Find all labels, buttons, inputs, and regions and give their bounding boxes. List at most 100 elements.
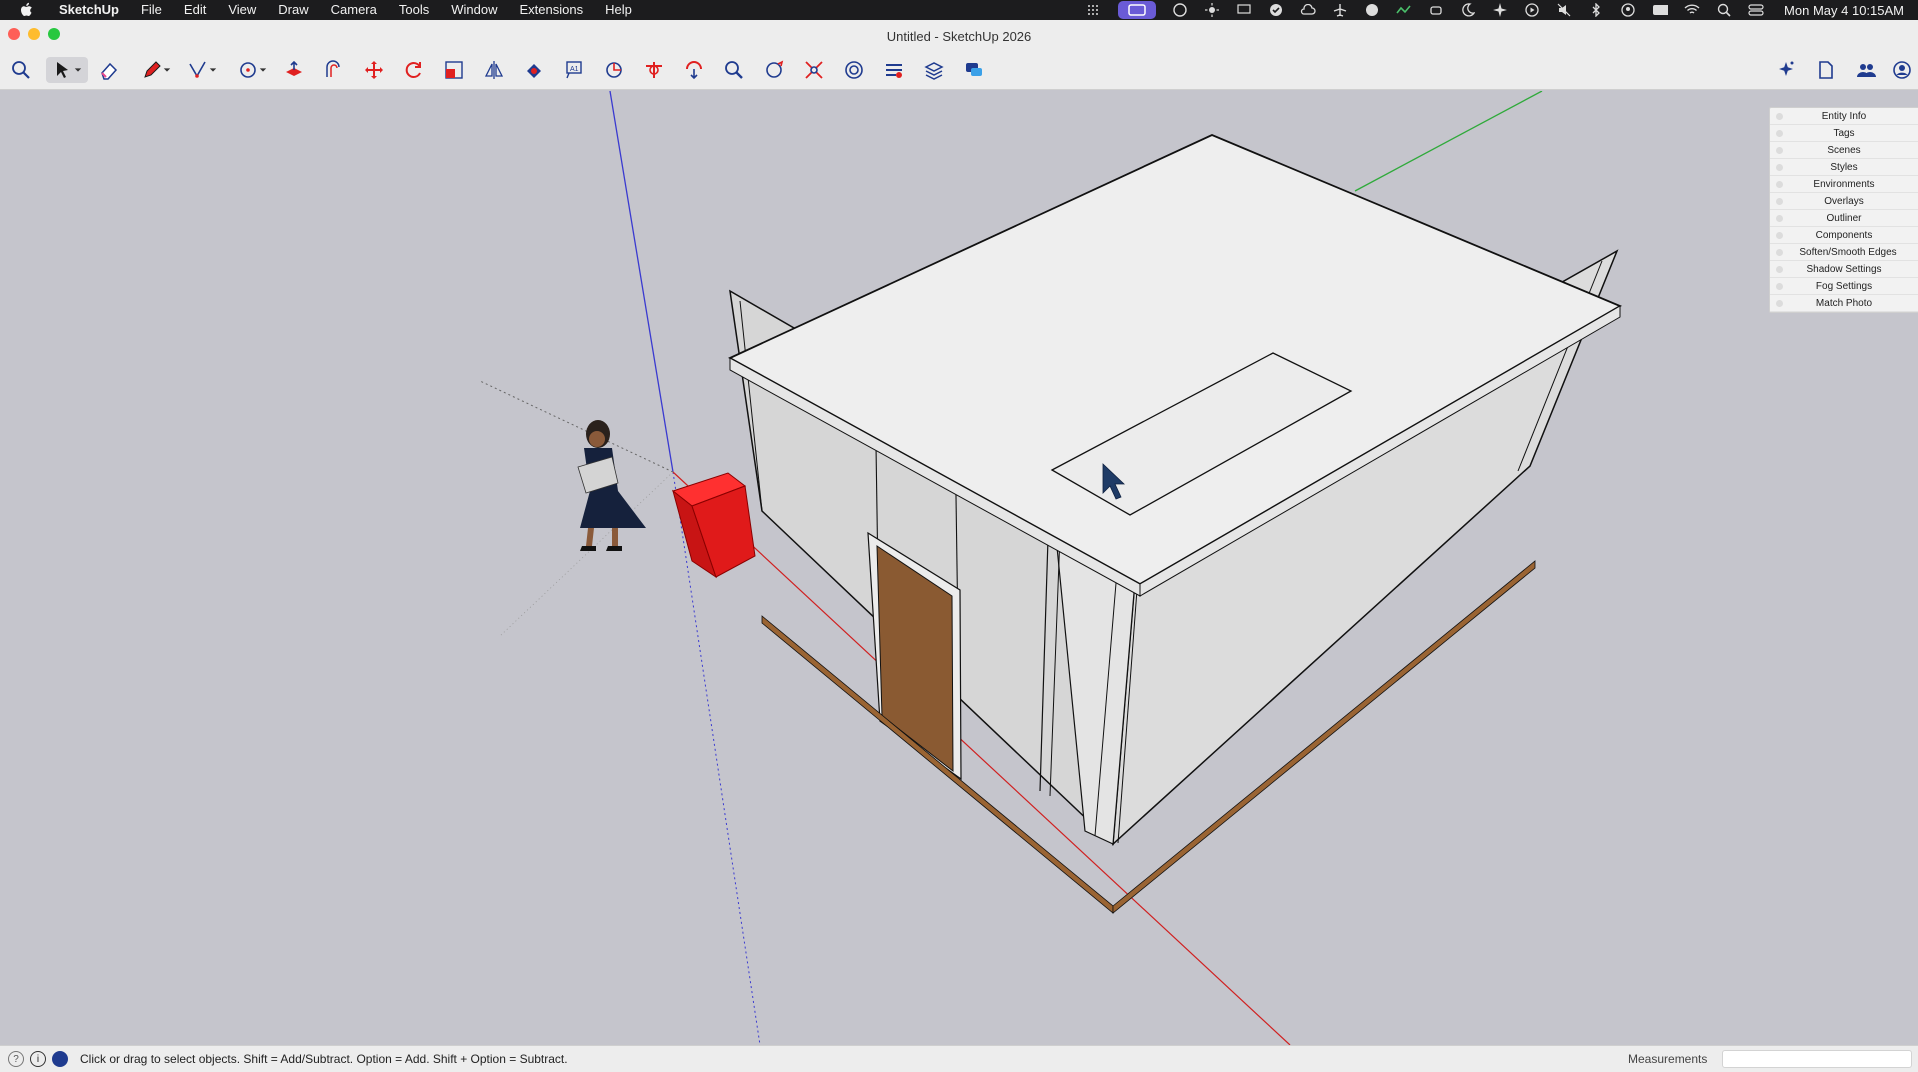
- palette-icon[interactable]: [1172, 3, 1188, 17]
- tray-item-label: Styles: [1830, 161, 1858, 173]
- menu-clock[interactable]: Mon May 4 10:15AM: [1784, 3, 1904, 18]
- tray-tags[interactable]: Tags: [1770, 125, 1918, 142]
- search-tool-button[interactable]: [7, 57, 35, 83]
- control-center-icon[interactable]: [1748, 3, 1764, 17]
- tray-item-label: Overlays: [1824, 195, 1864, 207]
- measurements-input[interactable]: [1722, 1050, 1912, 1068]
- measurements-label: Measurements: [1628, 1052, 1708, 1066]
- tray-entity-info[interactable]: Entity Info: [1770, 108, 1918, 125]
- rotate-icon: [405, 62, 421, 78]
- flip-tool-button[interactable]: [480, 57, 508, 83]
- walk-tool-button[interactable]: [760, 57, 788, 83]
- tray-collapse-icon: [1776, 181, 1783, 188]
- tray-collapse-icon: [1776, 198, 1783, 205]
- account-button[interactable]: [1888, 57, 1916, 83]
- geo-location-icon[interactable]: ?: [8, 1051, 24, 1067]
- account-icon: [1893, 61, 1911, 79]
- tray-match-photo[interactable]: Match Photo: [1770, 295, 1918, 312]
- spotlight-search-icon[interactable]: [1716, 3, 1732, 17]
- scene-canvas[interactable]: [0, 91, 1918, 1045]
- move-tool-button[interactable]: [360, 57, 388, 83]
- sun-icon[interactable]: [1204, 3, 1220, 17]
- section-plane-tool-button[interactable]: [640, 57, 668, 83]
- push-pull-icon: [286, 60, 302, 76]
- display-icon[interactable]: [1236, 3, 1252, 17]
- orbit-tool-button[interactable]: [680, 57, 708, 83]
- shape-tool-button[interactable]: [182, 57, 222, 83]
- tray-collapse-icon: [1776, 300, 1783, 307]
- zoom-extents-tool-button[interactable]: [800, 57, 828, 83]
- eraser-tool-button[interactable]: [95, 57, 123, 83]
- offset-tool-button[interactable]: [320, 57, 348, 83]
- wave-icon[interactable]: [1396, 3, 1412, 17]
- mute-icon[interactable]: [1556, 3, 1572, 17]
- tray-styles[interactable]: Styles: [1770, 159, 1918, 176]
- offset-icon: [326, 60, 340, 77]
- tray-soften-smooth-edges[interactable]: Soften/Smooth Edges: [1770, 244, 1918, 261]
- screen-share-icon[interactable]: [1118, 1, 1157, 19]
- tape-measure-tool-button[interactable]: [600, 57, 628, 83]
- scale-icon: [445, 61, 463, 79]
- cloud-sync-icon[interactable]: [1300, 3, 1316, 17]
- menu-view[interactable]: View: [217, 0, 267, 20]
- b-circle-icon[interactable]: [1364, 3, 1380, 17]
- chevron-down-icon: [259, 68, 267, 72]
- moon-icon[interactable]: [1460, 3, 1476, 17]
- select-tool-button[interactable]: [46, 57, 88, 83]
- users-button[interactable]: [1852, 57, 1880, 83]
- rotate-tool-button[interactable]: [400, 57, 428, 83]
- tray-fog-settings[interactable]: Fog Settings: [1770, 278, 1918, 295]
- scale-tool-button[interactable]: [440, 57, 468, 83]
- tray-overlays[interactable]: Overlays: [1770, 193, 1918, 210]
- tray-scenes[interactable]: Scenes: [1770, 142, 1918, 159]
- status-bar: ? i Click or drag to select objects. Shi…: [0, 1045, 1918, 1072]
- bluetooth-icon[interactable]: [1588, 3, 1604, 17]
- tray-shadow-settings[interactable]: Shadow Settings: [1770, 261, 1918, 278]
- menu-tools[interactable]: Tools: [388, 0, 440, 20]
- menu-help[interactable]: Help: [594, 0, 643, 20]
- apple-icon[interactable]: [18, 2, 34, 18]
- modeling-viewport[interactable]: [0, 91, 1918, 1045]
- menu-app-name[interactable]: SketchUp: [48, 0, 130, 20]
- tray-components[interactable]: Components: [1770, 227, 1918, 244]
- menu-edit[interactable]: Edit: [173, 0, 217, 20]
- extension-warehouse-button[interactable]: [880, 57, 908, 83]
- menu-camera[interactable]: Camera: [320, 0, 388, 20]
- push-pull-tool-button[interactable]: [280, 57, 308, 83]
- wifi-icon[interactable]: [1684, 3, 1700, 17]
- menu-draw[interactable]: Draw: [267, 0, 319, 20]
- circle-tool-button[interactable]: [232, 57, 272, 83]
- airplane-icon[interactable]: [1332, 3, 1348, 17]
- 3d-warehouse-button[interactable]: [840, 57, 868, 83]
- zoom-extents-icon: [805, 61, 823, 79]
- line-tool-button[interactable]: [136, 57, 176, 83]
- tray-outliner[interactable]: Outliner: [1770, 210, 1918, 227]
- check-circle-icon[interactable]: [1268, 3, 1284, 17]
- window-title: Untitled - SketchUp 2026: [886, 29, 1032, 44]
- sparkle-icon[interactable]: [1492, 3, 1508, 17]
- scale-figure[interactable]: [577, 420, 646, 551]
- play-circle-icon[interactable]: [1524, 3, 1540, 17]
- text-tool-button[interactable]: A1: [560, 57, 588, 83]
- walk-icon: [766, 60, 784, 78]
- menu-window[interactable]: Window: [440, 0, 508, 20]
- grid-icon[interactable]: [1086, 3, 1102, 17]
- eraser-icon: [101, 62, 118, 80]
- layout-button[interactable]: [920, 57, 948, 83]
- ai-assistant-button[interactable]: [1772, 57, 1800, 83]
- tray-item-label: Environments: [1813, 178, 1875, 190]
- paint-tool-button[interactable]: [520, 57, 548, 83]
- battery-icon[interactable]: [1652, 3, 1669, 17]
- menu-file[interactable]: File: [130, 0, 173, 20]
- document-button[interactable]: [1812, 57, 1840, 83]
- text-icon: A1: [566, 61, 582, 79]
- zoom-tool-button[interactable]: [720, 57, 748, 83]
- instructor-icon[interactable]: [52, 1051, 68, 1067]
- info-icon[interactable]: i: [30, 1051, 46, 1067]
- robot-icon[interactable]: [1428, 3, 1444, 17]
- paint-icon: [527, 64, 541, 78]
- chat-button[interactable]: [960, 57, 988, 83]
- tray-environments[interactable]: Environments: [1770, 176, 1918, 193]
- menu-extensions[interactable]: Extensions: [508, 0, 594, 20]
- user-circle-icon[interactable]: [1620, 3, 1636, 17]
